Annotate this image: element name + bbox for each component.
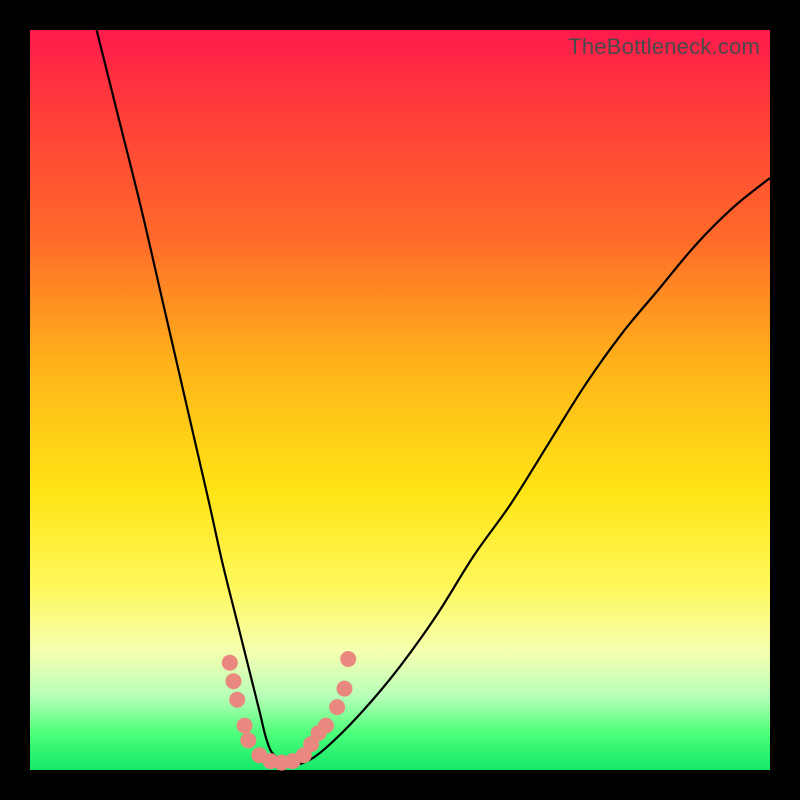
- curve-dot: [318, 718, 334, 734]
- curve-dot: [229, 692, 245, 708]
- curve-dot: [340, 651, 356, 667]
- bottleneck-curve: [30, 30, 770, 770]
- curve-dot: [222, 655, 238, 671]
- chart-frame: TheBottleneck.com: [0, 0, 800, 800]
- curve-dot: [240, 732, 256, 748]
- curve-dot: [329, 699, 345, 715]
- curve-path: [97, 30, 770, 764]
- curve-dot: [337, 681, 353, 697]
- curve-dots: [222, 651, 356, 771]
- curve-dot: [237, 718, 253, 734]
- plot-area: TheBottleneck.com: [30, 30, 770, 770]
- curve-dot: [226, 673, 242, 689]
